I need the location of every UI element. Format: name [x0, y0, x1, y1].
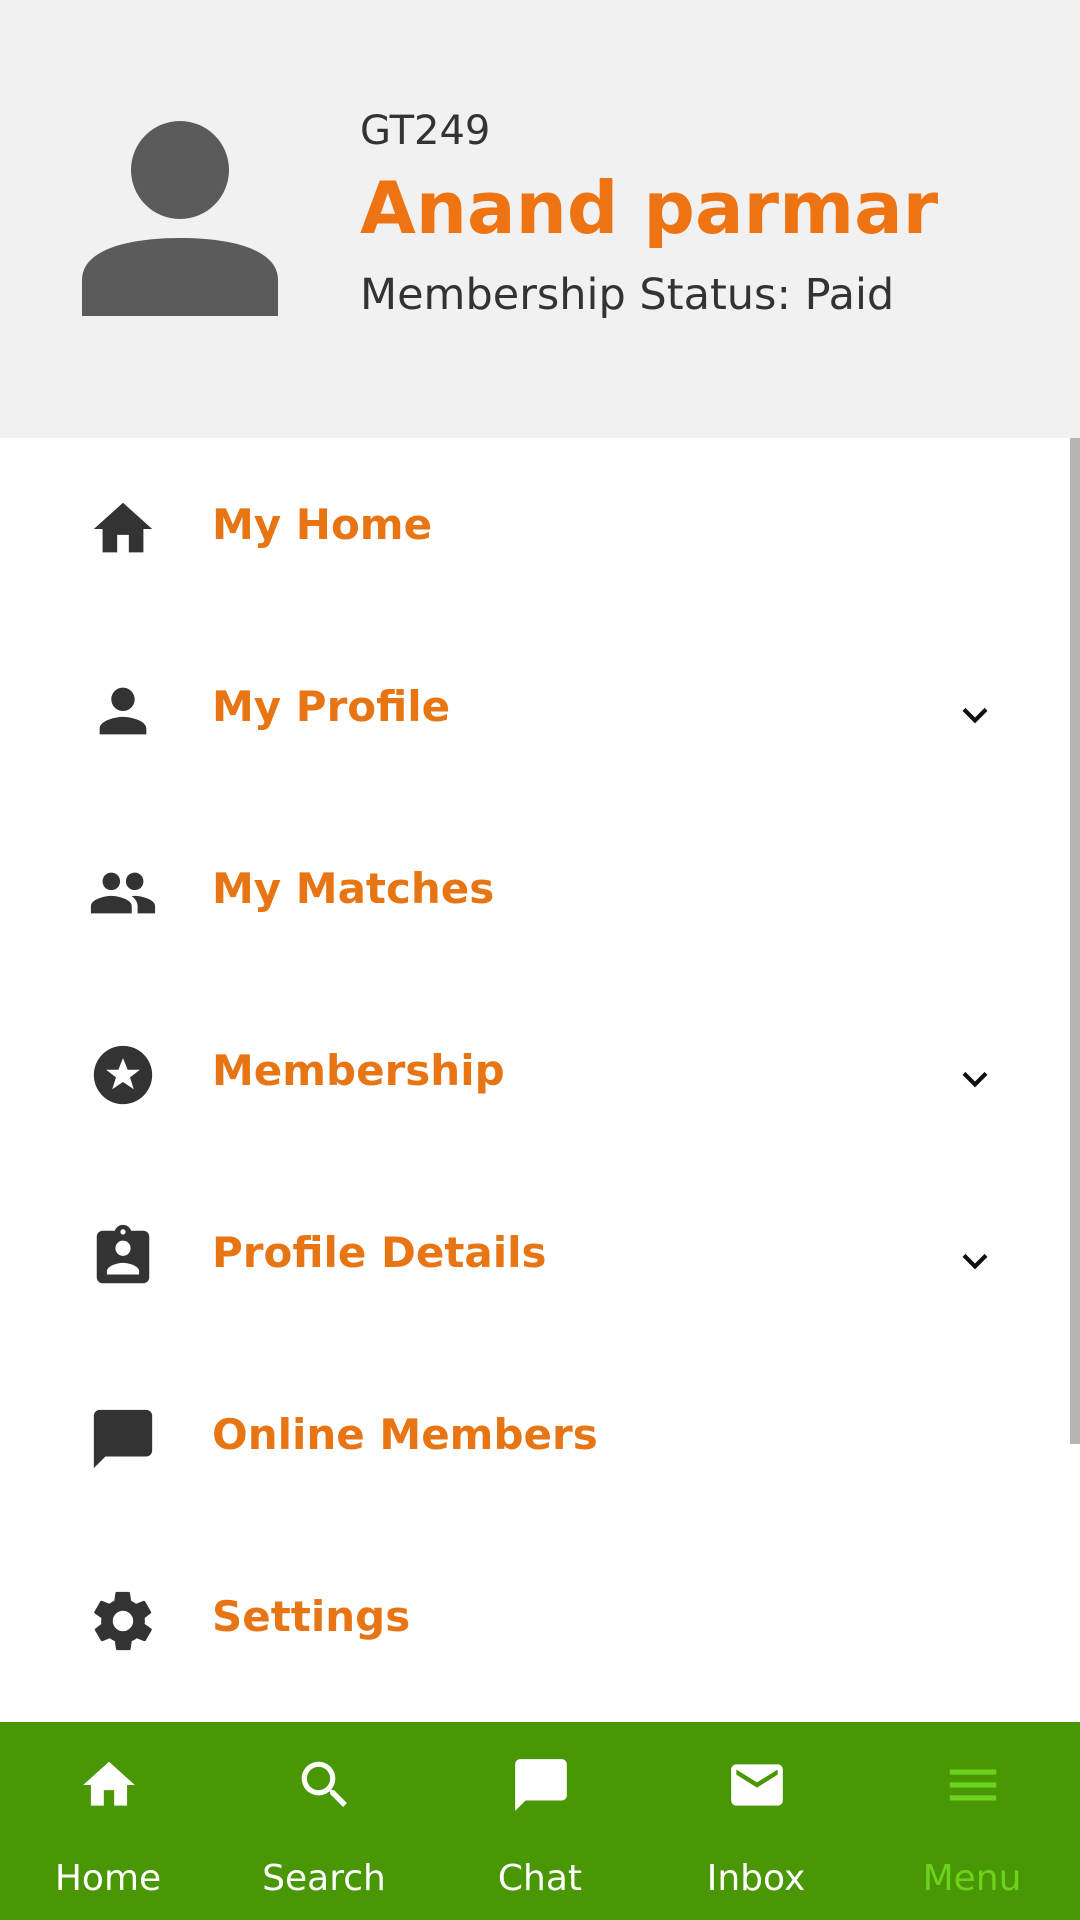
- menu-item-online-members[interactable]: Online Members: [0, 1348, 1068, 1530]
- menu-item-label: My Home: [212, 500, 433, 549]
- nav-label: Home: [54, 1858, 162, 1899]
- nav-search[interactable]: Search: [216, 1722, 432, 1920]
- member-id: GT249: [360, 108, 491, 154]
- menu-item-label: My Profile: [212, 682, 451, 731]
- search-icon: [301, 1761, 347, 1807]
- contact-clipboard-icon: [96, 1224, 150, 1284]
- nav-chat[interactable]: Chat: [432, 1722, 648, 1920]
- chevron-down-icon[interactable]: [950, 1236, 1000, 1286]
- menu-item-label: Online Members: [212, 1410, 598, 1459]
- chevron-down-icon[interactable]: [950, 1054, 1000, 1104]
- chat-bubble-icon: [93, 1409, 153, 1469]
- nav-label: Chat: [497, 1858, 583, 1899]
- nav-label: Inbox: [706, 1858, 806, 1899]
- profile-header: GT249 Anand parmar Membership Status: Pa…: [0, 0, 1080, 438]
- home-icon: [83, 1761, 135, 1806]
- menu-item-my-home[interactable]: My Home: [0, 438, 1068, 620]
- nav-menu[interactable]: Menu: [864, 1722, 1080, 1920]
- mail-icon: [731, 1764, 783, 1806]
- nav-inbox[interactable]: Inbox: [648, 1722, 864, 1920]
- member-name: Anand parmar: [360, 166, 939, 250]
- nav-home[interactable]: Home: [0, 1722, 216, 1920]
- home-icon: [93, 502, 153, 553]
- people-icon: [90, 872, 156, 914]
- scrollbar[interactable]: [1070, 438, 1080, 1444]
- drawer-menu: My Home My Profile My Matches Membership: [0, 438, 1080, 1722]
- avatar-icon[interactable]: [82, 120, 278, 316]
- menu-item-label: Settings: [212, 1592, 411, 1641]
- membership-status: Membership Status: Paid: [360, 270, 895, 320]
- person-icon: [99, 687, 147, 735]
- menu-item-label: Membership: [212, 1046, 505, 1095]
- star-circle-icon: [93, 1045, 153, 1105]
- gear-icon: [94, 1591, 152, 1651]
- menu-item-my-matches[interactable]: My Matches: [0, 802, 1068, 984]
- menu-item-membership[interactable]: Membership: [0, 984, 1068, 1166]
- nav-label: Search: [262, 1858, 386, 1899]
- menu-item-profile-details[interactable]: Profile Details: [0, 1166, 1068, 1348]
- chevron-down-icon[interactable]: [950, 690, 1000, 740]
- menu-item-label: Profile Details: [212, 1228, 547, 1277]
- menu-item-settings[interactable]: Settings: [0, 1530, 1068, 1712]
- chat-bubble-icon: [515, 1759, 567, 1811]
- bottom-nav: Home Search Chat Inbox Menu: [0, 1722, 1080, 1920]
- hamburger-menu-icon: [949, 1769, 997, 1801]
- menu-item-my-profile[interactable]: My Profile: [0, 620, 1068, 802]
- nav-label: Menu: [922, 1858, 1022, 1899]
- menu-item-label: My Matches: [212, 864, 495, 913]
